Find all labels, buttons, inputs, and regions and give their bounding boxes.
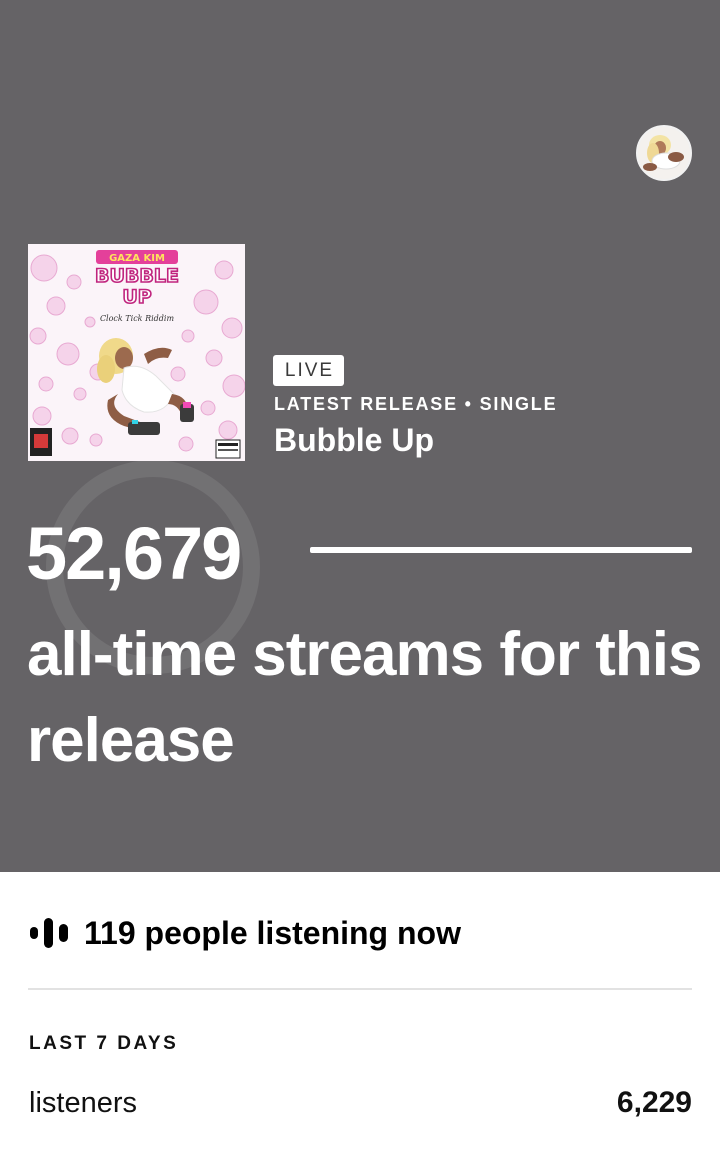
release-meta: LATEST RELEASE • SINGLE: [274, 394, 558, 414]
cover-subtitle-text: Clock Tick Riddim: [100, 314, 175, 323]
section-divider: [28, 988, 692, 990]
cover-title-text: BUBBLE: [95, 265, 179, 287]
live-badge: LIVE: [273, 355, 344, 386]
period-label: LAST 7 DAYS: [29, 1033, 179, 1054]
sound-bars-icon: [28, 918, 84, 948]
cover-artist-text: GAZA KIM: [109, 253, 165, 264]
all-time-stream-count: 52,679: [26, 512, 242, 595]
avatar-image: [638, 127, 690, 179]
release-cover-art[interactable]: GAZA KIM BUBBLE UP Clock Tick Riddim: [28, 244, 245, 461]
cover-artwork: GAZA KIM BUBBLE UP Clock Tick Riddim: [28, 244, 245, 461]
stream-count-caption: all-time streams for this release: [27, 620, 702, 775]
cover-title-text-2: UP: [122, 286, 151, 308]
live-listeners-row: 119 people listening now: [28, 912, 461, 954]
listeners-stat-label: listeners: [29, 1087, 137, 1119]
listeners-stat-value: 6,229: [616, 1086, 692, 1119]
release-title[interactable]: Bubble Up: [274, 422, 434, 459]
live-listeners-text: 119 people listening now: [84, 914, 461, 951]
release-stats-screen: GAZA KIM BUBBLE UP Clock Tick Riddim LIV…: [0, 0, 720, 1151]
artist-avatar[interactable]: [636, 125, 692, 181]
stream-count-divider: [310, 547, 692, 553]
hero-section: GAZA KIM BUBBLE UP Clock Tick Riddim LIV…: [0, 0, 720, 872]
